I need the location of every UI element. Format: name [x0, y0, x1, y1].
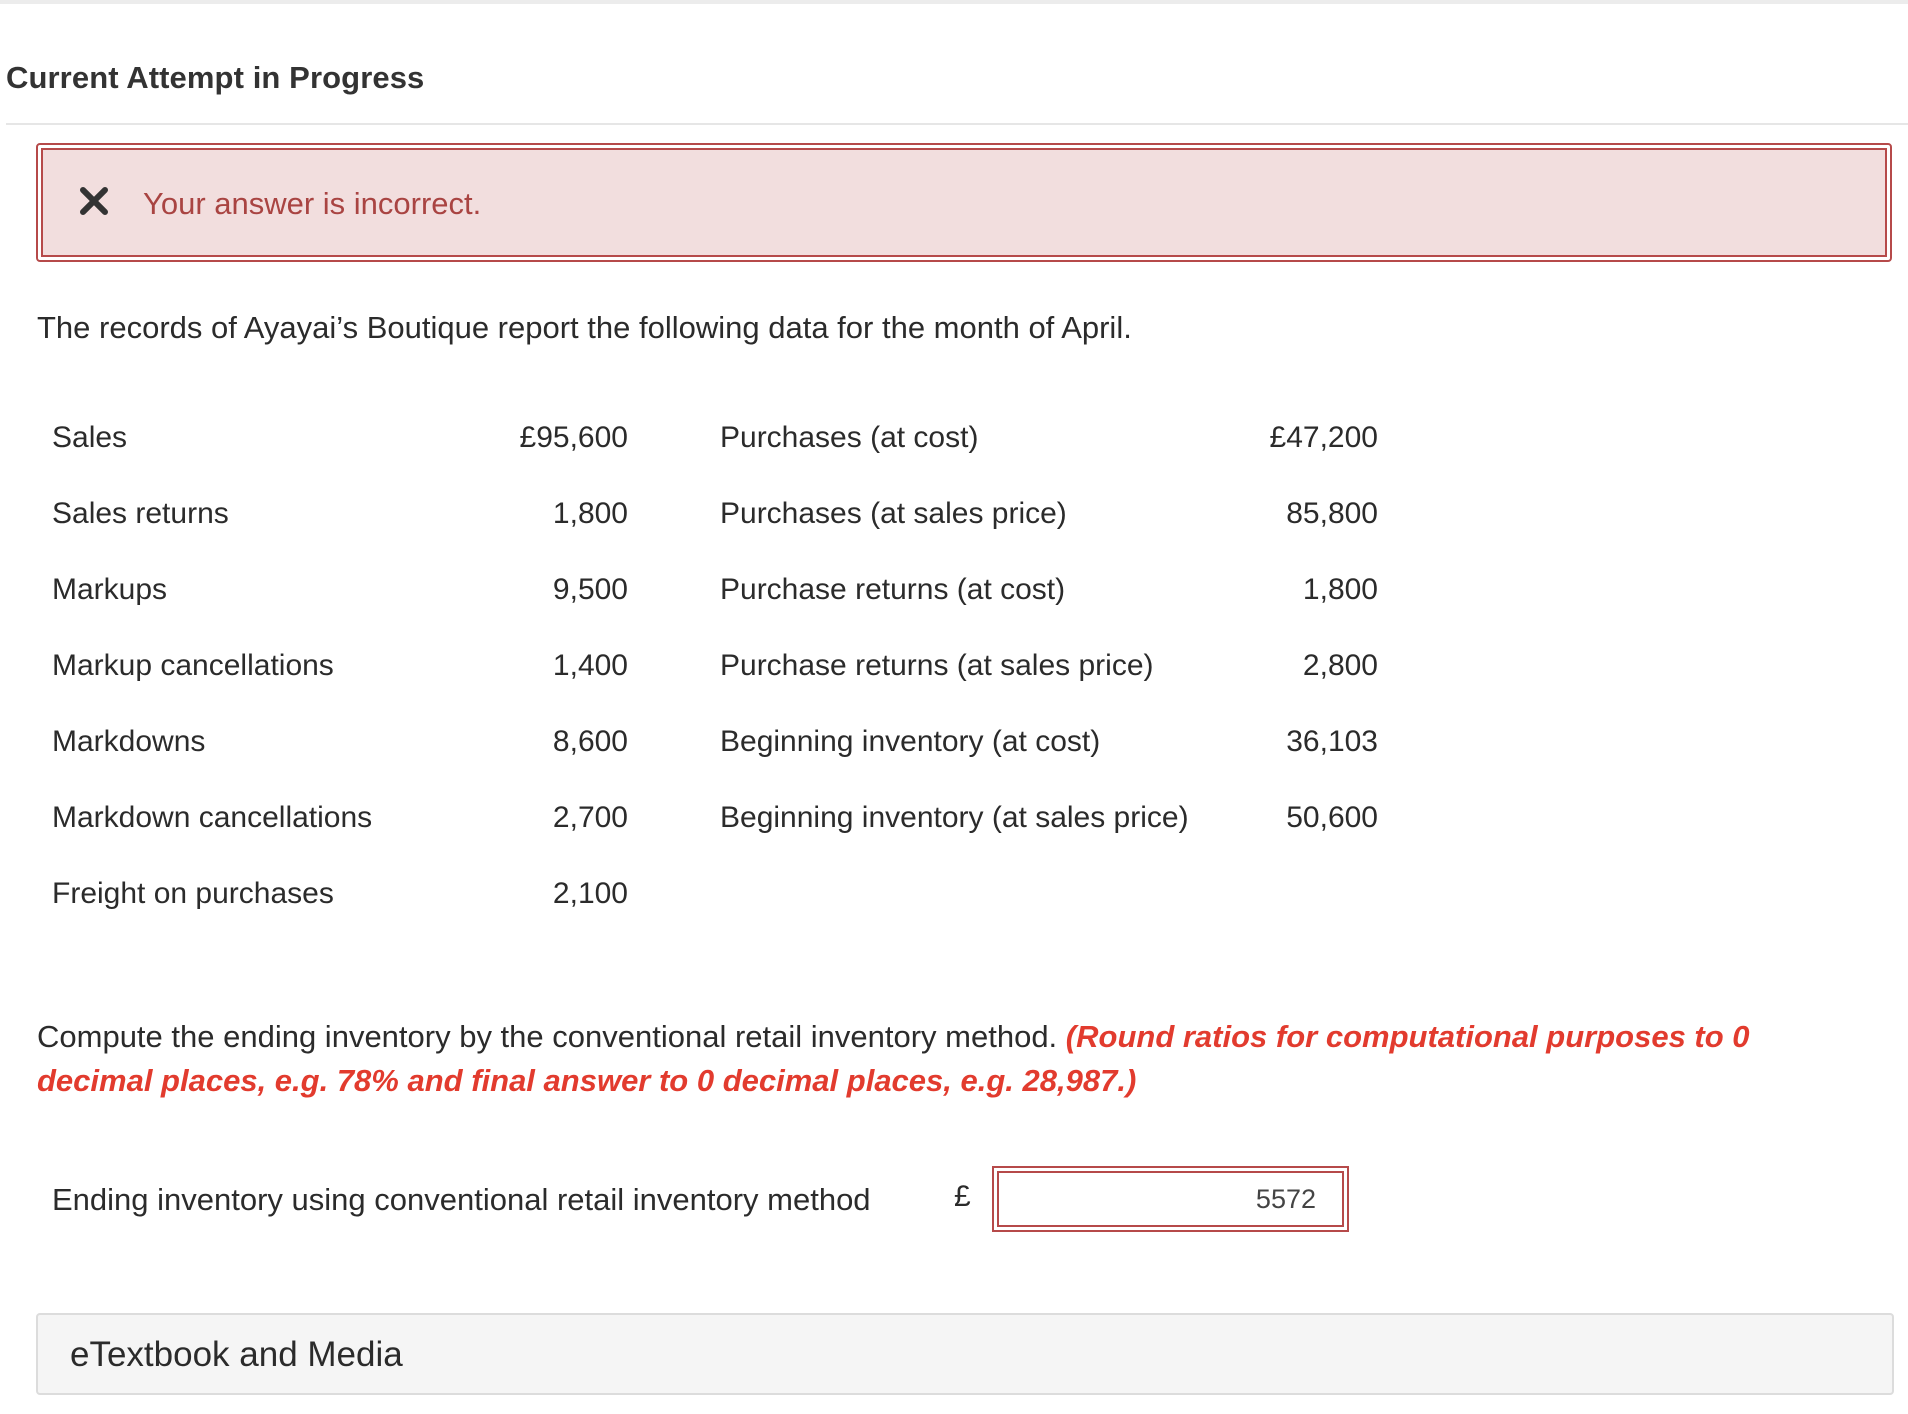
row-value: 2,700	[552, 801, 628, 834]
row-label	[720, 856, 1250, 932]
table-row: Markdowns 8,600 Beginning inventory (at co…	[52, 704, 1378, 780]
header-divider	[6, 123, 1908, 125]
column-gap	[628, 856, 720, 932]
row-value: 8,600	[552, 725, 628, 758]
etextbook-and-media-button[interactable]: eTextbook and Media	[36, 1313, 1894, 1395]
table-row: Markdown cancellations 2,700 Beginning inv…	[52, 780, 1378, 856]
row-value: 1,800	[552, 497, 628, 530]
row-value	[1250, 856, 1378, 932]
currency-symbol: £	[954, 1180, 971, 1213]
data-table: Sales £95,600 Purchases (at cost) £47,200 Sa…	[52, 400, 1378, 932]
row-label: Sales returns	[52, 497, 229, 530]
column-gap	[628, 780, 720, 856]
row-value: 1,400	[552, 649, 628, 682]
row-value: 85,800	[1286, 497, 1378, 530]
row-label: Purchase returns (at sales price)	[720, 649, 1154, 682]
column-gap	[628, 400, 720, 476]
row-label: Markdowns	[52, 725, 206, 758]
ending-inventory-input[interactable]	[997, 1171, 1344, 1227]
row-label: Markdown cancellations	[52, 801, 373, 834]
row-label: Purchase returns (at cost)	[720, 573, 1066, 606]
row-label: Purchases (at sales price)	[720, 497, 1067, 530]
row-label: Markup cancellations	[52, 649, 334, 682]
row-label: Markups	[52, 573, 168, 606]
row-value: £95,600	[519, 421, 628, 454]
table-row: Freight on purchases 2,100	[52, 856, 1378, 932]
row-label: Purchases (at cost)	[720, 421, 979, 454]
answer-field-wrapper	[992, 1166, 1349, 1232]
row-value: 50,600	[1286, 801, 1378, 834]
table-row: Sales £95,600 Purchases (at cost) £47,200	[52, 400, 1378, 476]
alert-body: Your answer is incorrect.	[41, 148, 1887, 257]
row-value: £47,200	[1269, 421, 1378, 454]
close-x-icon	[77, 184, 111, 218]
row-value: 36,103	[1286, 725, 1378, 758]
row-label: Sales	[52, 421, 128, 454]
answer-label: Ending inventory using conventional reta…	[52, 1182, 871, 1217]
etextbook-label: eTextbook and Media	[70, 1335, 403, 1374]
row-value: 2,800	[1302, 649, 1378, 682]
incorrect-answer-alert: Your answer is incorrect.	[36, 143, 1892, 262]
table-row: Sales returns 1,800 Purchases (at sales pr…	[52, 476, 1378, 552]
column-gap	[628, 552, 720, 628]
page-title: Current Attempt in Progress	[6, 60, 425, 95]
table-row: Markups 9,500 Purchase returns (at cost) 1,…	[52, 552, 1378, 628]
top-border	[0, 0, 1908, 4]
alert-message: Your answer is incorrect.	[143, 186, 482, 221]
row-label: Beginning inventory (at cost)	[720, 725, 1101, 758]
column-gap	[628, 628, 720, 704]
problem-intro: The records of Ayayai’s Boutique report …	[37, 310, 1132, 345]
row-value: 9,500	[552, 573, 628, 606]
column-gap	[628, 704, 720, 780]
column-gap	[628, 476, 720, 552]
row-label: Freight on purchases	[52, 877, 334, 910]
row-label: Beginning inventory (at sales price)	[720, 801, 1189, 834]
question-prompt: Compute the ending inventory by the conv…	[37, 1019, 1058, 1054]
row-value: 1,800	[1302, 573, 1378, 606]
question-text: Compute the ending inventory by the conv…	[37, 1015, 1857, 1103]
table-row: Markup cancellations 1,400 Purchase return…	[52, 628, 1378, 704]
row-value: 2,100	[552, 877, 628, 910]
